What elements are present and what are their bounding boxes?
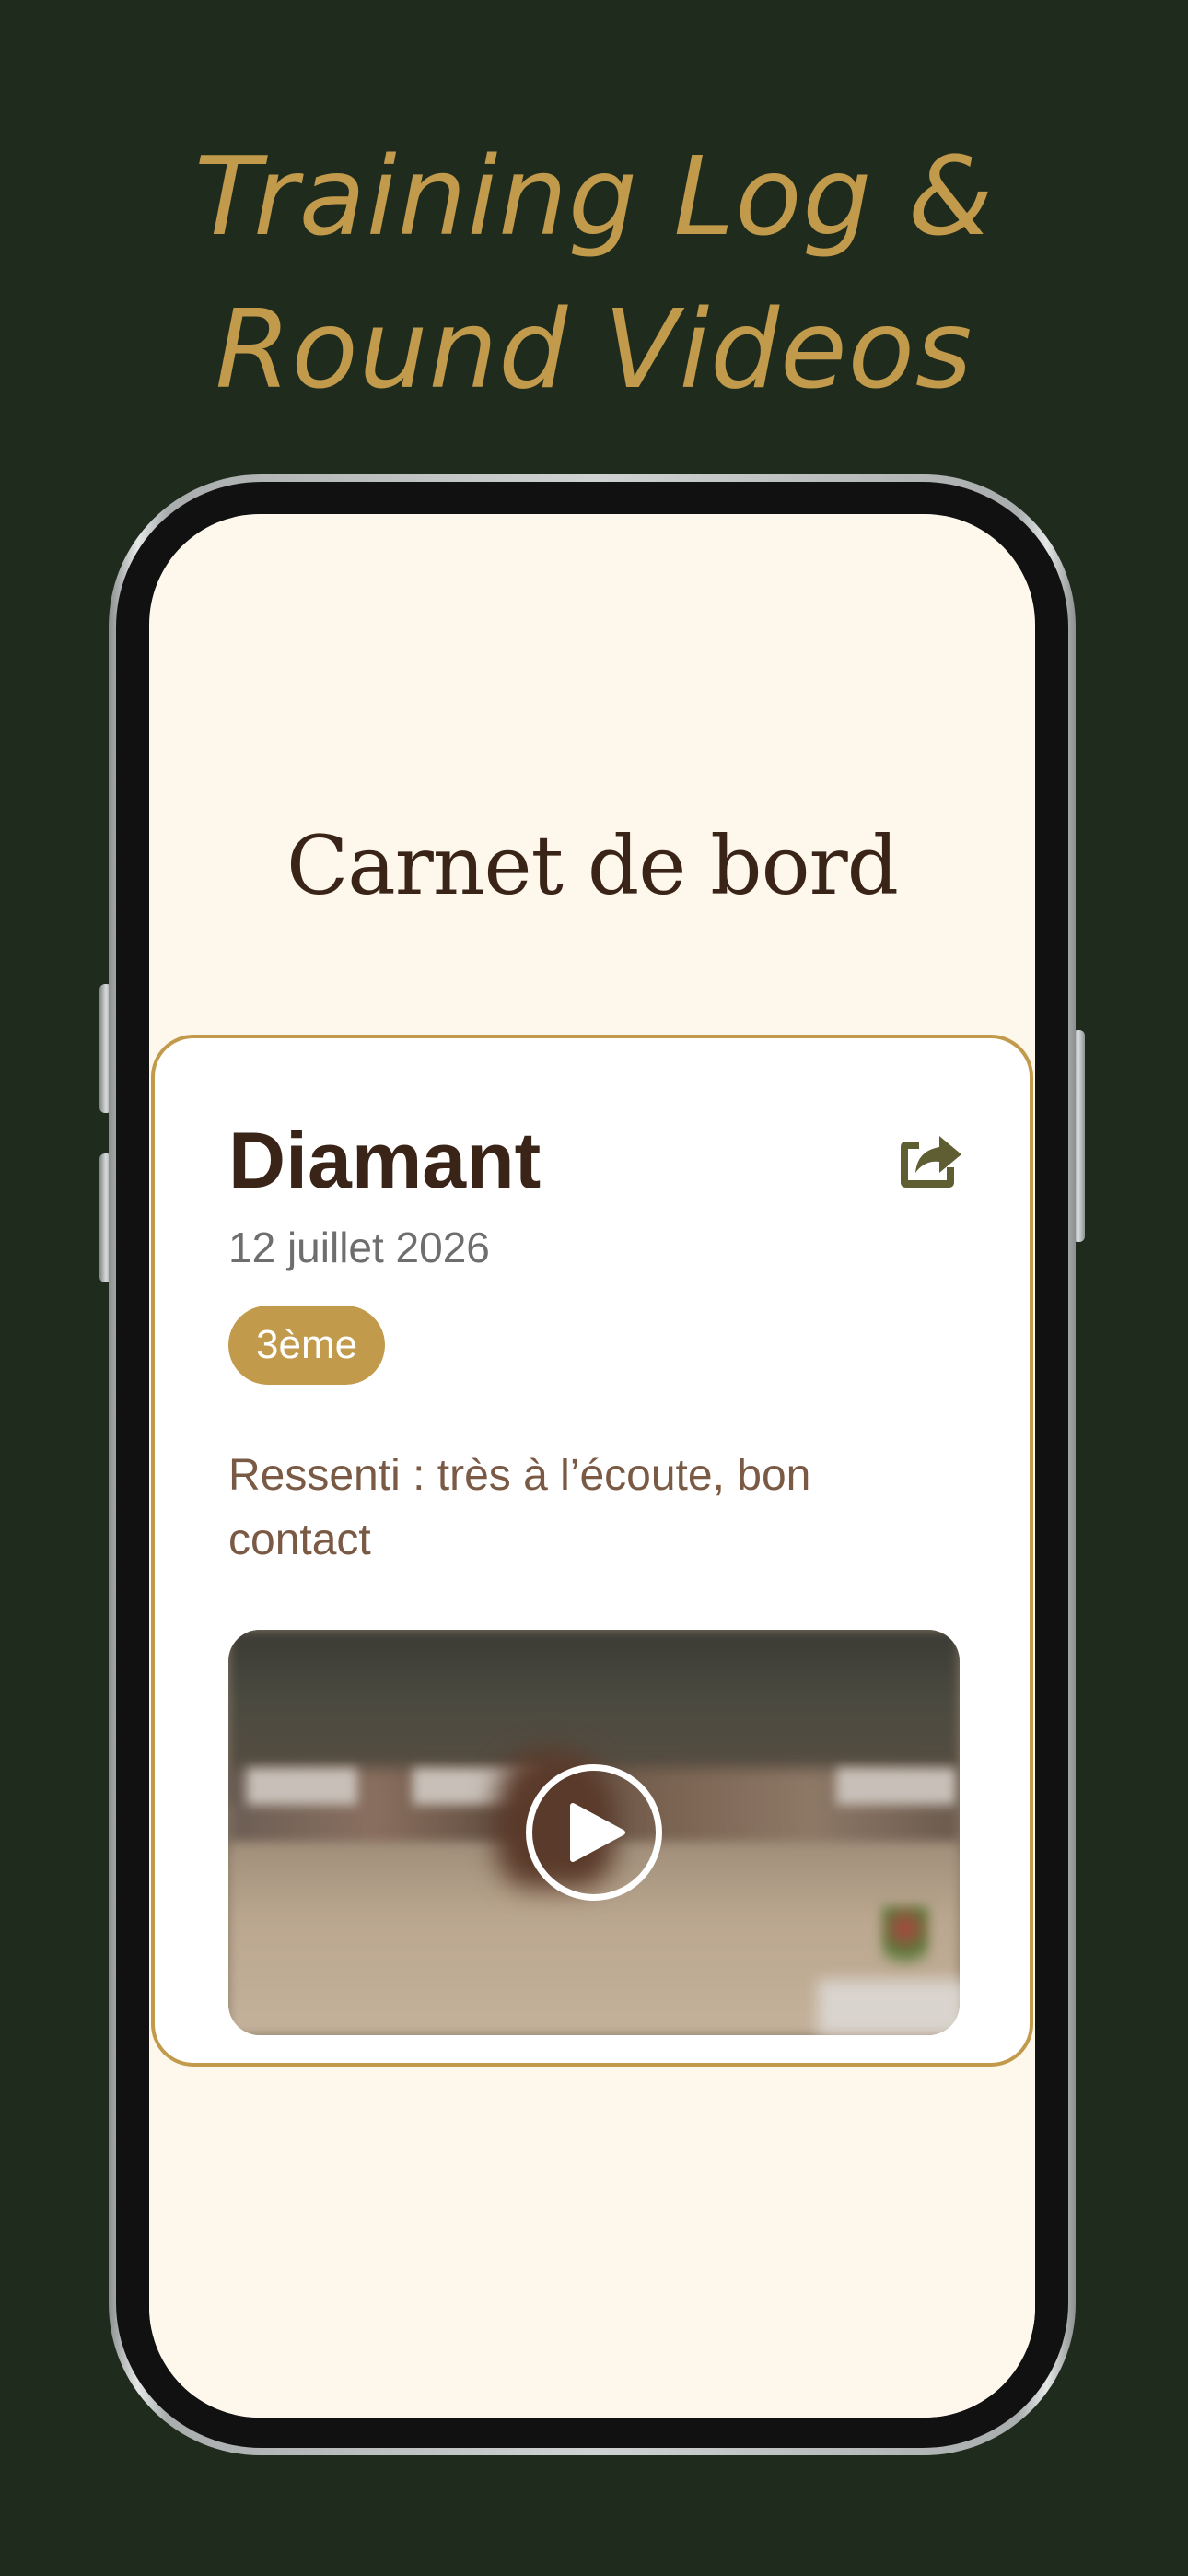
video-thumbnail-plant bbox=[882, 1906, 928, 1980]
video-thumbnail-banner bbox=[836, 1768, 956, 1805]
promo-headline-line2: Round Videos bbox=[215, 286, 973, 413]
app-screen: Carnet de bord Diamant 12 juillet 2026 3… bbox=[149, 514, 1035, 2418]
video-thumbnail-banner bbox=[247, 1768, 357, 1805]
round-video-player[interactable] bbox=[228, 1630, 960, 2035]
promo-headline: Training Log & Round Videos bbox=[0, 120, 1188, 426]
play-button[interactable] bbox=[526, 1764, 662, 1901]
feeling-note: Ressenti : très à l’écoute, bon contact bbox=[228, 1451, 811, 1564]
promo-headline-line1: Training Log & bbox=[194, 133, 994, 260]
video-thumbnail-fence bbox=[818, 1980, 960, 2035]
training-log-card[interactable]: Diamant 12 juillet 2026 3ème Ressenti : … bbox=[151, 1035, 1033, 2067]
entry-date: 12 juillet 2026 bbox=[228, 1224, 490, 1271]
screen-bottom-area bbox=[149, 2103, 1035, 2418]
horse-name: Diamant bbox=[228, 1117, 542, 1205]
play-icon bbox=[570, 1803, 625, 1862]
page-title: Carnet de bord bbox=[285, 818, 899, 913]
share-icon[interactable] bbox=[891, 1119, 965, 1193]
placing-badge: 3ème bbox=[228, 1306, 386, 1385]
